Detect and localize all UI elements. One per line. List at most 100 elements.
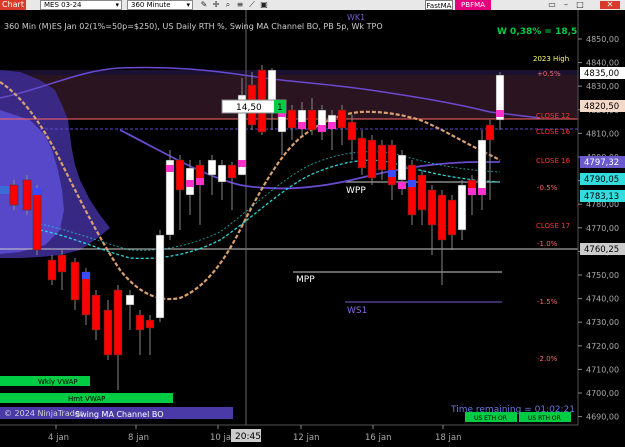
rth-or-label: US RTH OR [528,415,561,422]
candle-body [207,159,217,176]
candle-body [47,259,57,281]
y-axis-label: 4700,00 [586,389,619,398]
instrument-selector[interactable]: MES 03-24 ▾ [40,0,122,10]
w-readout: W 0,38% = 18,50 [497,27,584,37]
candle-body [477,139,487,191]
candle-body [407,164,417,216]
candle-body [447,199,457,236]
hover-time: 20:45 [235,432,261,442]
candle-body [145,319,155,329]
label-close16a: CLOSE 16 [536,128,571,136]
candle-body [125,294,135,306]
pencil-icon[interactable]: ✎ [200,1,208,9]
x-axis-label: 4 jan [48,433,69,443]
signal-marker [196,178,204,185]
candle-body [91,294,101,331]
y-axis-label: 4690,00 [586,413,619,422]
price-chart[interactable]: 14,50 1 360 Min (M)ES Jan 02(1%=50p=$250… [0,10,625,447]
label-wpp: WPP [346,186,366,196]
price-tag: 4797,32 [584,158,619,168]
candle-body [227,164,237,179]
chart-header: 360 Min (M)ES Jan 02(1%=50p=$250), US Da… [4,22,383,31]
signal-marker [318,125,326,132]
minimize-icon[interactable]: – [562,1,570,9]
candle-body [485,124,495,141]
candle-body [70,261,80,301]
signal-marker [328,122,336,129]
candle-body [357,137,367,169]
candle-body [377,144,387,171]
zoom-icon[interactable]: ⌕ [224,1,232,9]
high-label: 2023 High [533,55,569,63]
signal-marker [33,188,41,195]
signal-marker [298,122,306,129]
restore-icon[interactable]: ▭ [548,1,556,9]
label-close17: CLOSE 17 [536,222,570,230]
pbfma-button[interactable]: PBFMA [455,0,491,10]
signal-marker [82,272,90,279]
x-axis-label: 8 jan [128,433,149,443]
signal-marker [186,180,194,187]
candle-body [347,121,357,141]
x-axis-label: 16 jan [365,433,391,443]
x-axis-label: 18 jan [435,433,461,443]
wkly-vwap-label: Wkly VWAP [38,378,78,386]
candle-body [307,109,317,131]
candle-body [417,174,427,211]
candle-body [437,194,447,241]
candle-body [367,139,377,179]
candle-body [103,309,113,356]
eth-or-label: US ETH OR [474,415,507,422]
candle-body [457,184,467,231]
label-minus15: -1.5% [537,298,558,306]
indicator-label: Swing MA Channel BO [75,410,163,419]
candle-body [22,179,32,211]
price-tag: 4790,05 [584,175,619,185]
signal-marker [238,160,246,167]
y-axis-label: 4710,00 [586,365,619,374]
properties-icon[interactable]: ≡ [236,1,244,9]
signal-marker [496,110,504,117]
y-axis-label: 4740,00 [586,295,619,304]
candle-body [32,189,42,251]
price-tag: 4783,13 [584,192,619,202]
label-plus05: +0.5% [537,70,561,78]
crosshair-icon[interactable]: ✛ [212,1,220,9]
candle-body [155,234,165,319]
hmt-vwap-label: Hmt VWAP [68,395,105,403]
y-axis-label: 4850,00 [586,35,619,44]
candle-body [387,144,397,186]
interval-value: 360 Minute [131,1,171,9]
signal-marker [468,188,476,195]
maximize-icon[interactable]: □ [576,1,584,9]
y-axis-label: 4730,00 [586,318,619,327]
candle-body [337,109,347,129]
chevron-down-icon: ▾ [115,1,119,9]
order-entry-box[interactable]: 14,50 1 [221,99,287,114]
instrument-value: MES 03-24 [44,1,82,9]
chart-tab[interactable]: Chart [0,0,26,10]
close-icon[interactable]: ✕ [600,1,620,9]
signal-marker [388,170,396,177]
candle-body [9,184,19,206]
price-tag: 4760,25 [584,245,619,255]
candle-body [175,159,185,191]
interval-selector[interactable]: 360 Minute ▾ [127,0,193,10]
label-ws1: WS1 [347,306,367,316]
candle-body [135,314,145,331]
lock-icon[interactable]: ▣ [260,1,268,9]
top-toolbar: Chart MES 03-24 ▾ 360 Minute ▾ ✎ ✛ ⌕ ≡ ⟋… [0,0,625,10]
entry-box-value: 14,50 [236,103,262,113]
y-axis-label: 4720,00 [586,342,619,351]
drawing-tools-icon[interactable]: ⟋ [248,1,256,9]
candle-body [287,109,297,129]
y-axis-label: 4810,00 [586,129,619,138]
y-axis-label: 4770,00 [586,224,619,233]
candle-body [113,289,123,356]
candle-body [217,164,227,183]
copyright: © 2024 NinjaTrader [4,409,84,418]
label-close12: CLOSE 12 [536,112,570,120]
fastma-button[interactable]: FastMA [425,0,453,10]
y-axis-label: 4830,00 [586,82,619,91]
candle-body [57,254,67,273]
